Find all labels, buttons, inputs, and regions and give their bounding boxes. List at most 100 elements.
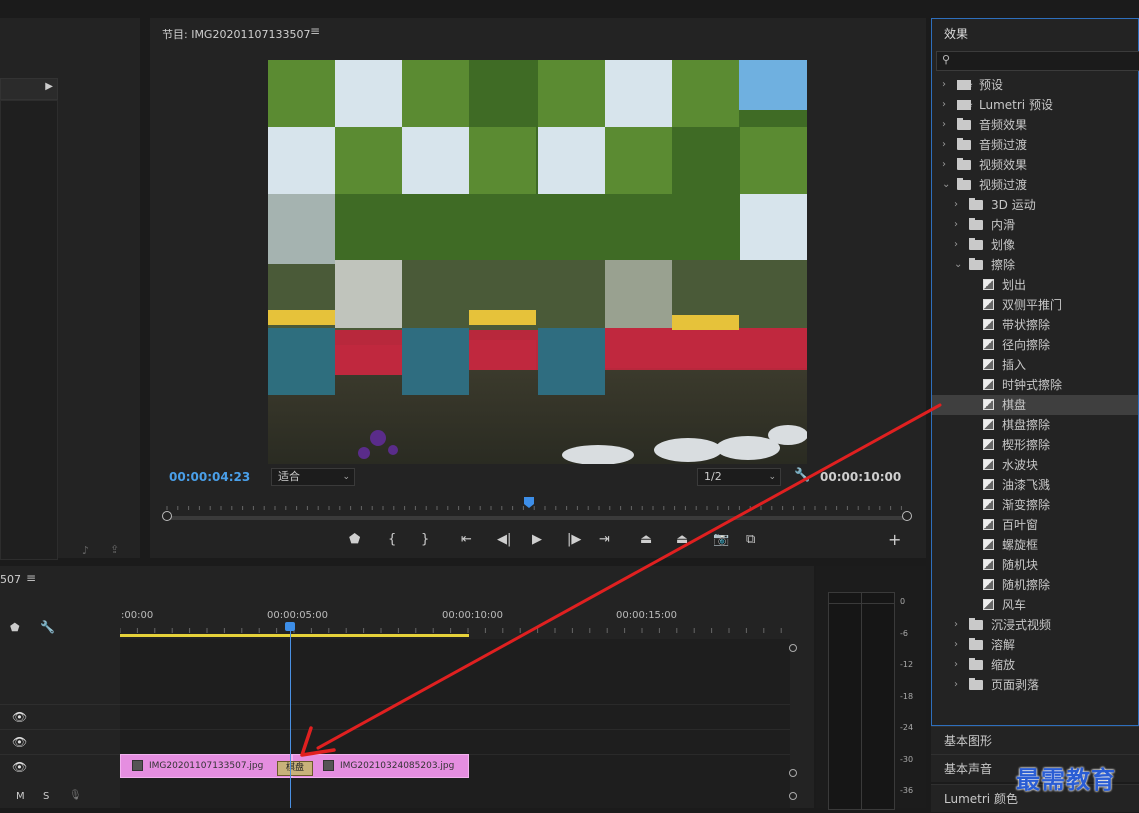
effect-folder-label: 沉浸式视频	[991, 618, 1052, 632]
add-marker-icon[interactable]: ⬟	[10, 621, 20, 634]
play-triangle-icon[interactable]: ▶	[45, 81, 53, 92]
effect-item[interactable]: 油漆飞溅	[932, 475, 1138, 495]
effect-item[interactable]: 插入	[932, 355, 1138, 375]
resolution-dropdown[interactable]: 1/2 ⌄	[697, 468, 781, 486]
effect-item[interactable]: 带状擦除	[932, 315, 1138, 335]
effect-folder[interactable]: › 音频过渡	[932, 135, 1138, 155]
add-button-plus-icon[interactable]: +	[888, 530, 901, 550]
effect-folder[interactable]: › 预设	[932, 75, 1138, 95]
tab-essential-graphics[interactable]: 基本图形	[931, 726, 1139, 754]
effect-item[interactable]: 随机块	[932, 555, 1138, 575]
effect-folder[interactable]: › 视频效果	[932, 155, 1138, 175]
effect-item[interactable]: 楔形擦除	[932, 435, 1138, 455]
export-frame-camera-icon[interactable]: 📷	[713, 530, 729, 550]
compare-view-icon[interactable]: ⧉	[746, 530, 755, 550]
timeline-menu-icon[interactable]: ≡	[26, 571, 36, 585]
chevron-down-icon[interactable]: ⌄	[942, 175, 952, 195]
chevron-right-icon[interactable]: ›	[942, 75, 952, 95]
mark-out-icon[interactable]: }	[421, 530, 429, 550]
effect-item[interactable]: 百叶窗	[932, 515, 1138, 535]
effect-item[interactable]: 随机擦除	[932, 575, 1138, 595]
effect-item[interactable]: 渐变擦除	[932, 495, 1138, 515]
settings-wrench-icon[interactable]: 🔧	[794, 468, 810, 483]
audio-drag-icon[interactable]: ♪	[82, 544, 89, 557]
play-icon[interactable]: ▶	[532, 530, 542, 550]
effect-item[interactable]: 划出	[932, 275, 1138, 295]
mark-in-icon[interactable]: {	[388, 530, 396, 550]
chevron-down-icon[interactable]: ⌄	[954, 255, 964, 275]
add-marker-icon[interactable]: ⬟	[349, 530, 360, 550]
microphone-icon[interactable]: 🎙	[69, 790, 82, 801]
effects-search-input[interactable]: ⚲	[936, 51, 1139, 71]
timeline-tracks-area[interactable]	[120, 639, 790, 808]
chevron-right-icon[interactable]: ›	[942, 155, 952, 175]
eye-icon[interactable]: 👁	[12, 710, 27, 724]
effect-item[interactable]: 时钟式擦除	[932, 375, 1138, 395]
chevron-right-icon[interactable]: ›	[954, 235, 964, 255]
eye-icon[interactable]: 👁	[12, 760, 27, 774]
effect-item[interactable]: 水波块	[932, 455, 1138, 475]
vertical-scroll-top-handle[interactable]	[789, 644, 797, 652]
fit-dropdown-value: 适合	[278, 470, 300, 483]
effect-folder[interactable]: ⌄ 视频过渡	[932, 175, 1138, 195]
lift-icon[interactable]: ⏏	[640, 530, 652, 550]
scroll-left-handle[interactable]	[162, 511, 172, 521]
timeline-settings-wrench-icon[interactable]: 🔧	[40, 620, 55, 634]
effect-folder[interactable]: › 沉浸式视频	[932, 615, 1138, 635]
effect-folder[interactable]: › 音频效果	[932, 115, 1138, 135]
step-forward-icon[interactable]: |▶	[567, 530, 581, 550]
chevron-right-icon[interactable]: ›	[942, 135, 952, 155]
chevron-right-icon[interactable]: ›	[954, 675, 964, 695]
effect-folder[interactable]: › 内滑	[932, 215, 1138, 235]
checkerboard-transition-block[interactable]: 棋盘	[277, 761, 313, 776]
effect-folder[interactable]: › 划像	[932, 235, 1138, 255]
effect-folder[interactable]: › 页面剥落	[932, 675, 1138, 695]
timeline-playhead-handle[interactable]	[285, 622, 295, 631]
go-to-in-icon[interactable]: ⇤	[461, 530, 472, 550]
audio-meter	[828, 592, 895, 810]
effect-folder[interactable]: › Lumetri 预设	[932, 95, 1138, 115]
chevron-right-icon[interactable]: ›	[954, 635, 964, 655]
scroll-right-handle[interactable]	[902, 511, 912, 521]
chevron-right-icon[interactable]: ›	[954, 655, 964, 675]
monitor-time-ruler[interactable]	[163, 496, 908, 516]
effect-folder[interactable]: › 3D 运动	[932, 195, 1138, 215]
source-panel-header[interactable]: ▶	[0, 78, 58, 100]
effect-folder[interactable]: › 缩放	[932, 655, 1138, 675]
chevron-right-icon[interactable]: ›	[942, 95, 952, 115]
effect-folder[interactable]: › 溶解	[932, 635, 1138, 655]
effect-item-label: 双侧平推门	[1002, 298, 1063, 312]
chevron-right-icon[interactable]: ›	[954, 215, 964, 235]
timeline-clip-1[interactable]: IMG20201107133507.jpg	[120, 754, 292, 778]
effect-item[interactable]: 棋盘擦除	[932, 415, 1138, 435]
effect-item[interactable]: 风车	[932, 595, 1138, 615]
eye-icon[interactable]: 👁	[12, 735, 27, 749]
effect-item[interactable]: 棋盘	[932, 395, 1138, 415]
folder-icon	[969, 638, 983, 650]
monitor-scroll-bar[interactable]	[164, 516, 908, 520]
vertical-scroll-handle[interactable]	[789, 792, 797, 800]
timeline-playhead-line[interactable]	[290, 624, 291, 808]
extract-icon[interactable]: ⏏	[676, 530, 688, 550]
monitor-menu-icon[interactable]: ≡	[310, 24, 320, 38]
chevron-right-icon[interactable]: ›	[942, 115, 952, 135]
effect-item[interactable]: 径向擦除	[932, 335, 1138, 355]
work-area-bar[interactable]	[120, 634, 469, 637]
vertical-scroll-bottom-handle[interactable]	[789, 769, 797, 777]
db-scale-label: -18	[900, 691, 914, 701]
export-icon[interactable]: ⇪	[110, 543, 119, 556]
mute-button[interactable]: M	[16, 791, 25, 802]
step-back-icon[interactable]: ◀|	[497, 530, 511, 550]
effect-item[interactable]: 双侧平推门	[932, 295, 1138, 315]
current-timecode[interactable]: 00:00:04:23	[169, 470, 250, 484]
effect-item[interactable]: 螺旋框	[932, 535, 1138, 555]
timeline-clip-2[interactable]: IMG20210324085203.jpg	[292, 754, 469, 778]
chevron-right-icon[interactable]: ›	[954, 615, 964, 635]
solo-button[interactable]: S	[43, 791, 49, 802]
effect-folder-label: 划像	[991, 238, 1016, 252]
fit-dropdown[interactable]: 适合 ⌄	[271, 468, 355, 486]
playhead-marker[interactable]	[524, 497, 534, 508]
effect-folder[interactable]: ⌄ 擦除	[932, 255, 1138, 275]
go-to-out-icon[interactable]: ⇥	[599, 530, 610, 550]
chevron-right-icon[interactable]: ›	[954, 195, 964, 215]
